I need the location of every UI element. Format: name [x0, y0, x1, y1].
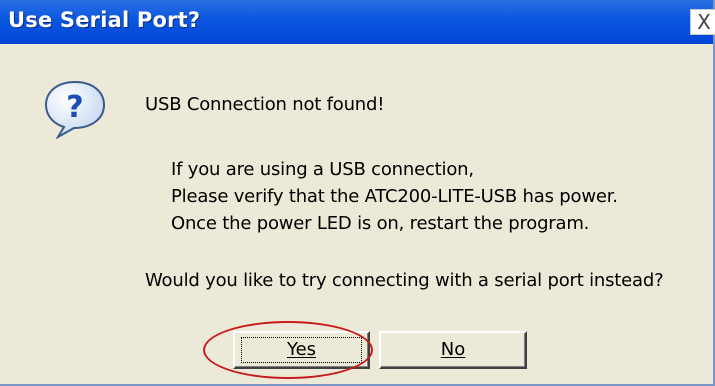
yes-button[interactable]: Yes — [233, 331, 370, 369]
detail-line: Once the power LED is on, restart the pr… — [171, 213, 590, 234]
dialog-content: ? USB Connection not found! If you are u… — [0, 44, 713, 384]
prompt-question: Would you like to try connecting with a … — [145, 270, 664, 291]
close-button[interactable]: X — [690, 9, 715, 35]
yes-button-label: Yes — [286, 339, 317, 360]
svg-text:?: ? — [66, 90, 83, 125]
no-button-label: No — [440, 339, 466, 360]
error-heading: USB Connection not found! — [145, 94, 385, 115]
dialog-window: Use Serial Port? X ? USB Connection not … — [0, 0, 715, 386]
no-button[interactable]: No — [379, 331, 527, 369]
dialog-title: Use Serial Port? — [8, 8, 201, 32]
detail-line: Please verify that the ATC200-LITE-USB h… — [171, 186, 618, 207]
close-icon: X — [697, 10, 711, 34]
question-icon: ? — [44, 80, 106, 139]
detail-line: If you are using a USB connection, — [171, 159, 474, 180]
title-bar[interactable]: Use Serial Port? X — [0, 0, 715, 44]
error-details: If you are using a USB connection, Pleas… — [171, 156, 618, 237]
